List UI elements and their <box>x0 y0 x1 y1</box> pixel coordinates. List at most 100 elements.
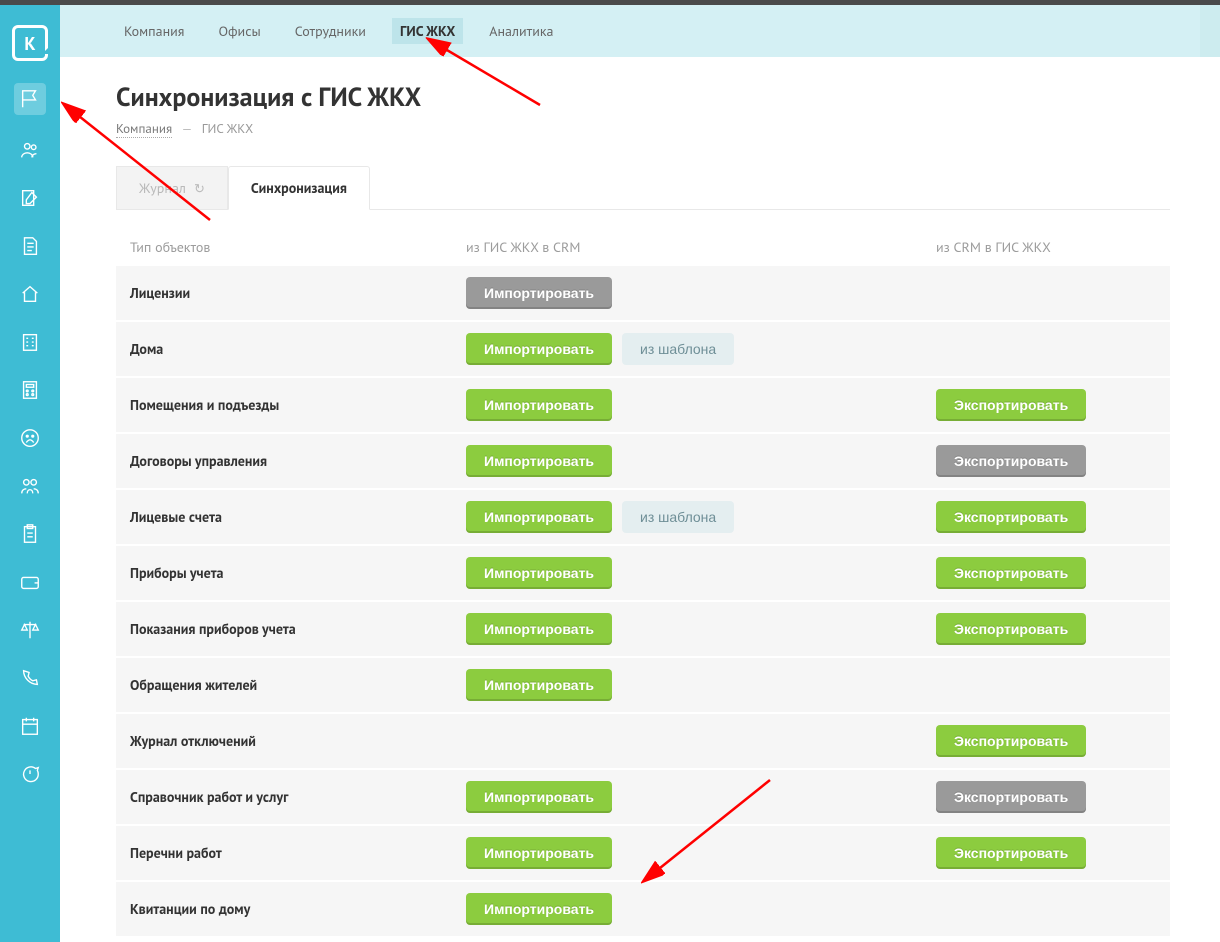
building-icon <box>19 331 41 353</box>
row-name: Перечни работ <box>130 844 222 862</box>
table-row: Договоры управления Импортировать Экспорти… <box>116 434 1170 490</box>
table-row: Перечни работ Импортировать Экспортировать <box>116 826 1170 882</box>
sidebar-item-flag[interactable] <box>14 83 46 115</box>
import-button[interactable]: Импортировать <box>466 669 612 701</box>
export-button[interactable]: Экспортировать <box>936 837 1086 869</box>
table-row: Справочник работ и услуг Импортировать Экс… <box>116 770 1170 826</box>
breadcrumb-current: ГИС ЖКХ <box>202 120 253 137</box>
sidebar-item-home[interactable] <box>15 281 45 307</box>
table-row: Квитанции по дому Импортировать <box>116 882 1170 938</box>
nav-employees[interactable]: Сотрудники <box>287 18 374 44</box>
nav-offices[interactable]: Офисы <box>210 18 268 44</box>
row-name: Квитанции по дому <box>130 900 250 918</box>
page-title: Синхронизация с ГИС ЖКХ <box>116 81 1170 114</box>
topnav-right-edge <box>1200 5 1220 57</box>
row-name: Дома <box>130 340 163 358</box>
content-area: Синхронизация с ГИС ЖКХ Компания — ГИС Ж… <box>60 57 1220 942</box>
import-button[interactable]: Импортировать <box>466 445 612 477</box>
clipboard-icon <box>19 523 41 545</box>
sync-table: Тип объектов из ГИС ЖКХ в CRM из CRM в Г… <box>116 230 1170 938</box>
flag-icon <box>19 88 41 110</box>
row-name: Договоры управления <box>130 452 267 470</box>
table-row: Лицевые счета Импортировать из шаблона Эксп… <box>116 490 1170 546</box>
sidebar-item-phone[interactable] <box>15 665 45 691</box>
import-button[interactable]: Импортировать <box>466 781 612 813</box>
sidebar-item-calculator[interactable] <box>15 377 45 403</box>
sad-face-icon <box>19 427 41 449</box>
import-button[interactable]: Импортировать <box>466 837 612 869</box>
wallet-icon <box>19 571 41 593</box>
table-header: Тип объектов из ГИС ЖКХ в CRM из CRM в Г… <box>116 230 1170 266</box>
table-row: Обращения жителей Импортировать <box>116 658 1170 714</box>
calendar-icon <box>19 715 41 737</box>
calculator-icon <box>19 379 41 401</box>
phone-icon <box>19 667 41 689</box>
tab-journal[interactable]: Журнал ↻ <box>116 166 228 210</box>
sidebar-item-document[interactable] <box>15 233 45 259</box>
group-icon <box>19 139 41 161</box>
breadcrumb-company-link[interactable]: Компания <box>116 120 172 138</box>
nav-company[interactable]: Компания <box>116 18 192 44</box>
from-template-button[interactable]: из шаблона <box>622 501 734 533</box>
row-name: Лицевые счета <box>130 508 222 526</box>
table-row: Журнал отключений Экспортировать <box>116 714 1170 770</box>
sidebar-item-group[interactable] <box>15 137 45 163</box>
chat-icon <box>19 763 41 785</box>
table-row: Помещения и подъездыИмпортироватьЭкспорт… <box>116 378 1170 434</box>
sidebar-item-building[interactable] <box>15 329 45 355</box>
sidebar-item-team[interactable] <box>15 473 45 499</box>
export-button[interactable]: Экспортировать <box>936 501 1086 533</box>
table-row: Приборы учета Импортировать Экспортировать <box>116 546 1170 602</box>
from-template-button[interactable]: из шаблона <box>622 333 734 365</box>
row-name: Лицензии <box>130 284 190 302</box>
tab-journal-label: Журнал <box>139 179 186 197</box>
sidebar: К <box>0 5 60 942</box>
table-row: Лицензии Импортировать <box>116 266 1170 322</box>
th-import: из ГИС ЖКХ в CRM <box>466 238 936 256</box>
row-name: Приборы учета <box>130 564 224 582</box>
team-icon <box>19 475 41 497</box>
export-button: Экспортировать <box>936 445 1086 477</box>
edit-icon <box>19 187 41 209</box>
breadcrumb-sep: — <box>182 120 193 137</box>
tabs: Журнал ↻ Синхронизация <box>116 165 1170 210</box>
sidebar-item-scales[interactable] <box>15 617 45 643</box>
sidebar-item-chat[interactable] <box>15 761 45 787</box>
export-button: Экспортировать <box>936 781 1086 813</box>
row-name: Журнал отключений <box>130 732 256 750</box>
row-name: Обращения жителей <box>130 676 257 694</box>
sidebar-item-calendar[interactable] <box>15 713 45 739</box>
top-nav: Компания Офисы Сотрудники ГИС ЖКХ Аналит… <box>60 5 1220 57</box>
sidebar-item-clipboard[interactable] <box>15 521 45 547</box>
document-icon <box>19 235 41 257</box>
nav-analytics[interactable]: Аналитика <box>481 18 561 44</box>
table-row: Показания приборов учета Импортировать Экс… <box>116 602 1170 658</box>
export-button[interactable]: Экспортировать <box>936 557 1086 589</box>
table-row: Дома Импортировать из шаблона <box>116 322 1170 378</box>
sidebar-item-edit[interactable] <box>15 185 45 211</box>
import-button[interactable]: Импортировать <box>466 501 612 533</box>
export-button[interactable]: Экспортировать <box>936 725 1086 757</box>
sidebar-item-wallet[interactable] <box>15 569 45 595</box>
export-button[interactable]: Экспортировать <box>936 389 1086 421</box>
import-button[interactable]: Импортировать <box>466 613 612 645</box>
home-icon <box>19 283 41 305</box>
reload-icon: ↻ <box>194 180 205 197</box>
breadcrumb: Компания — ГИС ЖКХ <box>116 120 1170 137</box>
import-button[interactable]: Импортировать <box>466 557 612 589</box>
row-name: Показания приборов учета <box>130 620 296 638</box>
tab-sync[interactable]: Синхронизация <box>228 166 370 210</box>
export-button[interactable]: Экспортировать <box>936 613 1086 645</box>
import-button: Импортировать <box>466 277 612 309</box>
window-top-strip <box>0 0 1220 5</box>
app-logo[interactable]: К <box>12 25 48 61</box>
row-name: Справочник работ и услуг <box>130 788 288 806</box>
tab-sync-label: Синхронизация <box>251 179 347 197</box>
import-button[interactable]: Импортировать <box>466 389 612 421</box>
th-type: Тип объектов <box>130 238 466 256</box>
import-button[interactable]: Импортировать <box>466 333 612 365</box>
scales-icon <box>19 619 41 641</box>
nav-gis-zhkh[interactable]: ГИС ЖКХ <box>392 18 463 44</box>
import-button[interactable]: Импортировать <box>466 893 612 925</box>
sidebar-item-sad-face[interactable] <box>15 425 45 451</box>
